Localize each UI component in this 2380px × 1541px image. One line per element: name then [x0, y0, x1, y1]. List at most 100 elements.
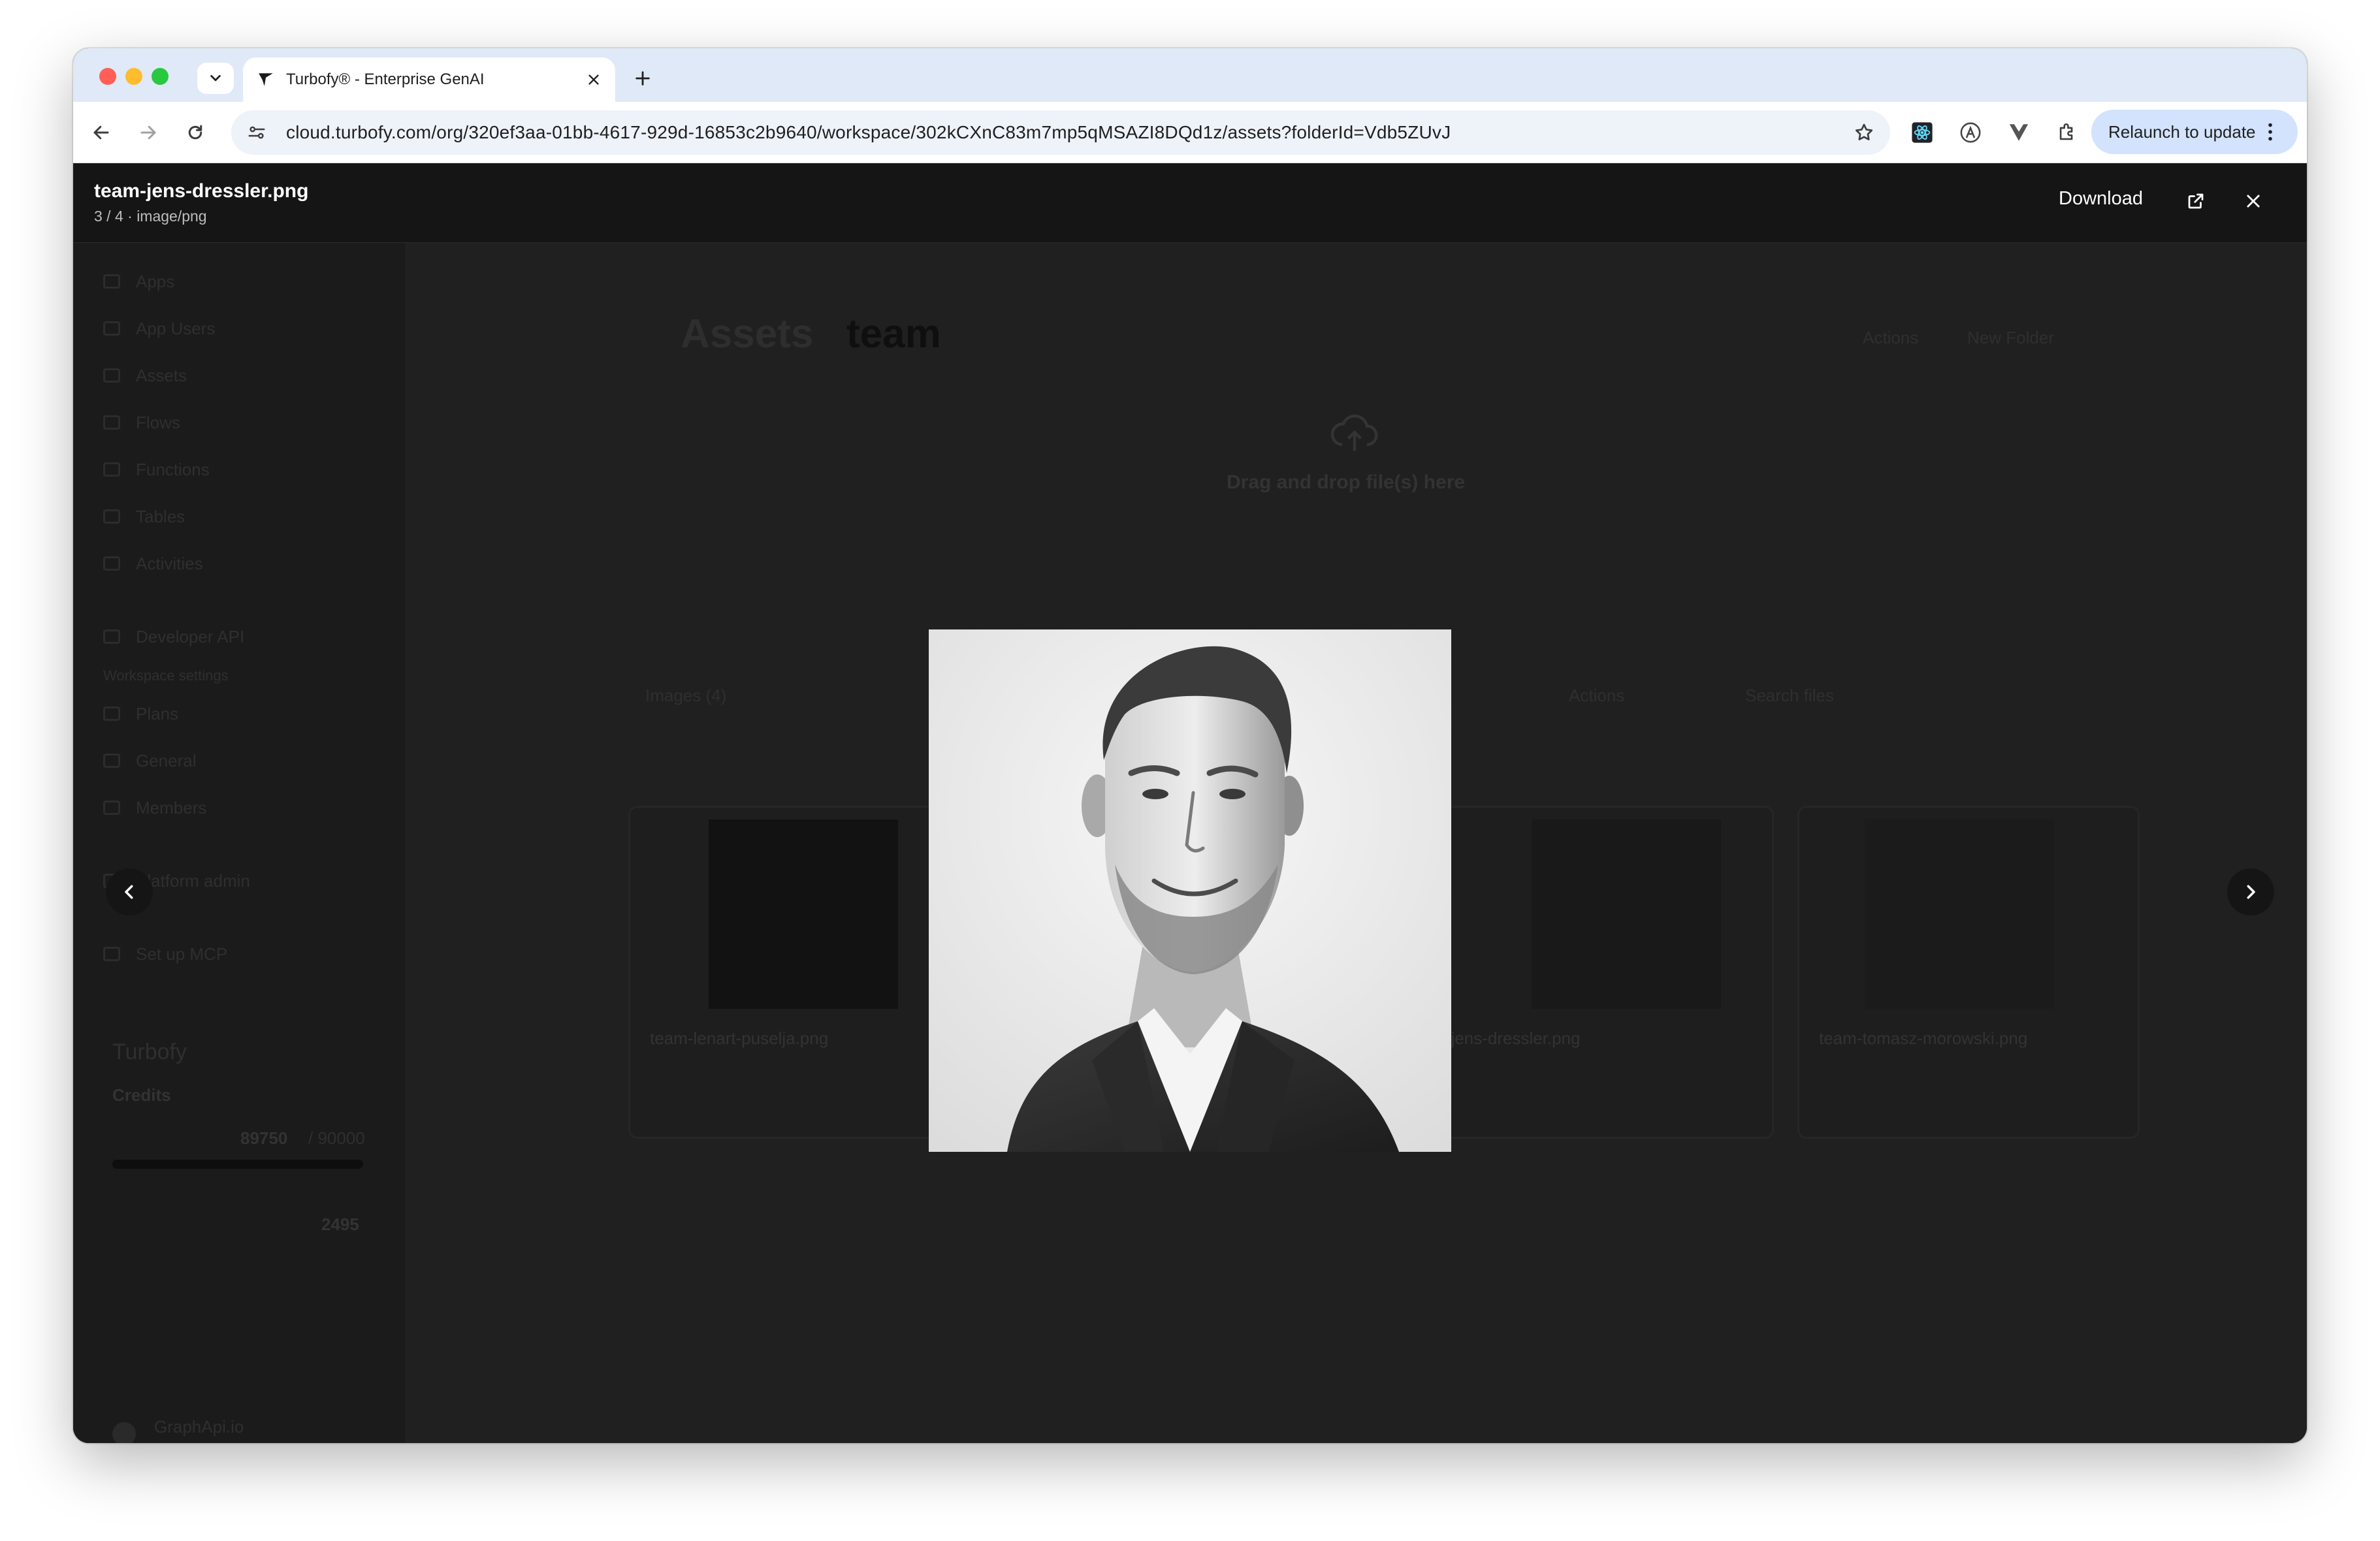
turbofy-favicon-icon — [259, 73, 273, 86]
upload-cloud-icon — [1330, 414, 1378, 451]
extensions-button[interactable] — [2052, 118, 2082, 148]
close-window-button[interactable] — [99, 68, 116, 85]
next-image-button[interactable] — [2227, 868, 2274, 915]
address-bar[interactable]: cloud.turbofy.com/org/320ef3aa-01bb-4617… — [231, 110, 1890, 155]
preview-image — [929, 629, 1451, 1152]
sidebar-item-assets: Assets — [136, 366, 187, 385]
sidebar-item-platform-admin: Platform admin — [136, 871, 250, 891]
breadcrumb-root: Assets — [681, 311, 814, 357]
puzzle-icon — [2059, 123, 2073, 140]
chevron-left-icon — [125, 885, 133, 899]
letter-a-circle-icon — [1960, 122, 1981, 143]
functions-icon — [103, 462, 120, 477]
asset-thumbnail — [709, 819, 898, 1009]
flows-icon — [103, 415, 120, 430]
workspace-avatar — [112, 1422, 136, 1443]
sidebar-item-developer-api: Developer API — [136, 627, 245, 646]
relaunch-label: Relaunch to update — [2108, 121, 2256, 142]
activities-icon — [103, 556, 120, 571]
plans-icon — [103, 707, 120, 721]
external-link-icon — [2188, 193, 2204, 209]
sidebar-item-tables: Tables — [136, 507, 185, 526]
open-in-new-tab-button[interactable] — [2180, 185, 2211, 217]
sidebar-item-activities: Activities — [136, 554, 203, 573]
relaunch-to-update-button[interactable]: Relaunch to update — [2091, 110, 2298, 154]
drop-zone-title: Drag and drop file(s) here — [1227, 471, 1466, 493]
forward-button[interactable] — [133, 118, 163, 148]
close-icon — [2247, 195, 2260, 208]
tab-title: Turbofy® - Enterprise GenAI — [286, 71, 485, 88]
asset-thumbnail — [1532, 819, 1721, 1009]
react-devtools-icon — [1912, 122, 1933, 143]
previous-image-button[interactable] — [106, 868, 153, 915]
bulk-actions-select: Actions — [1569, 686, 1625, 705]
reload-icon — [188, 125, 202, 140]
asset-card: team-lenart-puselja.png — [628, 806, 961, 1139]
app-content: Apps App Users Assets Flows Functions Ta… — [73, 163, 2307, 1443]
extension-v-button[interactable] — [2004, 118, 2034, 148]
credits-label: Credits — [112, 1085, 171, 1105]
extension-react-icon[interactable] — [1907, 118, 1937, 148]
more-vertical-icon — [2268, 123, 2272, 141]
credits-progress-bar — [112, 1160, 363, 1169]
close-viewer-button[interactable] — [2238, 185, 2269, 217]
asset-thumbnail — [1865, 819, 2054, 1009]
download-button[interactable]: Download — [2059, 188, 2143, 210]
sidebar-item-apps: Apps — [136, 272, 175, 291]
sidebar-item-members: Members — [136, 798, 207, 818]
credits-other: 2495 — [321, 1215, 359, 1234]
url-text[interactable]: cloud.turbofy.com/org/320ef3aa-01bb-4617… — [286, 122, 1854, 143]
asset-card-name: team-lenart-puselja.png — [650, 1028, 829, 1048]
plus-icon — [635, 71, 650, 86]
bookmark-star-icon[interactable] — [1854, 122, 1874, 143]
viewer-file-name: team-jens-dressler.png — [94, 180, 309, 202]
images-count-label: Images (4) — [645, 686, 727, 705]
reload-button[interactable] — [180, 118, 210, 148]
portrait-photo — [929, 629, 1451, 1152]
image-viewer-header: team-jens-dressler.png 3 / 4 · image/png… — [73, 163, 2307, 243]
active-tab[interactable]: Turbofy® - Enterprise GenAI — [243, 57, 615, 102]
mcp-icon — [103, 947, 120, 961]
assets-icon — [103, 368, 120, 383]
sidebar-item-functions: Functions — [136, 460, 210, 479]
developer-api-icon — [103, 629, 120, 644]
sidebar-item-flows: Flows — [136, 413, 180, 432]
arrow-left-icon — [93, 125, 109, 140]
sidebar-item-plans: Plans — [136, 704, 179, 723]
chevron-down-icon — [210, 74, 221, 82]
new-tab-button[interactable] — [628, 64, 657, 93]
sidebar-item-setup-mcp: Set up MCP — [136, 944, 228, 964]
viewer-file-meta: 3 / 4 · image/png — [94, 208, 207, 225]
asset-card: team-jens-dressler.png — [1407, 806, 1774, 1139]
vue-logo-icon — [2009, 124, 2029, 141]
chevron-right-icon — [2247, 885, 2255, 899]
search-files-input: Search files — [1745, 686, 1834, 705]
arrow-right-icon — [140, 125, 156, 140]
background-sidebar: Apps App Users Assets Flows Functions Ta… — [73, 243, 406, 1443]
extension-a-button[interactable] — [1955, 118, 1986, 148]
tab-strip: Turbofy® - Enterprise GenAI — [73, 48, 2307, 102]
sidebar-item-general: General — [136, 751, 197, 770]
minimize-window-button[interactable] — [125, 68, 142, 85]
asset-card: team-tomasz-morowski.png — [1797, 806, 2140, 1139]
site-settings-icon[interactable] — [247, 123, 266, 142]
members-icon — [103, 801, 120, 815]
app-users-icon — [103, 321, 120, 336]
close-tab-icon[interactable] — [587, 72, 601, 87]
credits-total: / 90000 — [308, 1128, 365, 1148]
workspace-settings-heading: Workspace settings — [103, 667, 229, 684]
credits-used: 89750 — [240, 1128, 288, 1148]
zoom-window-button[interactable] — [152, 68, 169, 85]
browser-toolbar: cloud.turbofy.com/org/320ef3aa-01bb-4617… — [73, 102, 2307, 163]
sidebar-item-app-users: App Users — [136, 319, 216, 338]
brand-logo: Turbofy — [112, 1040, 187, 1064]
breadcrumb-current: team — [846, 311, 941, 357]
tables-icon — [103, 509, 120, 524]
workspace-name: GraphApi.io — [154, 1417, 244, 1437]
tab-search-button[interactable] — [197, 63, 234, 94]
apps-icon — [103, 274, 120, 289]
new-folder-button: New Folder — [1967, 328, 2054, 347]
back-button[interactable] — [86, 118, 116, 148]
browser-window: Turbofy® - Enterprise GenAI cloud.turbof… — [73, 48, 2307, 1443]
asset-card-name: team-tomasz-morowski.png — [1819, 1028, 2028, 1048]
